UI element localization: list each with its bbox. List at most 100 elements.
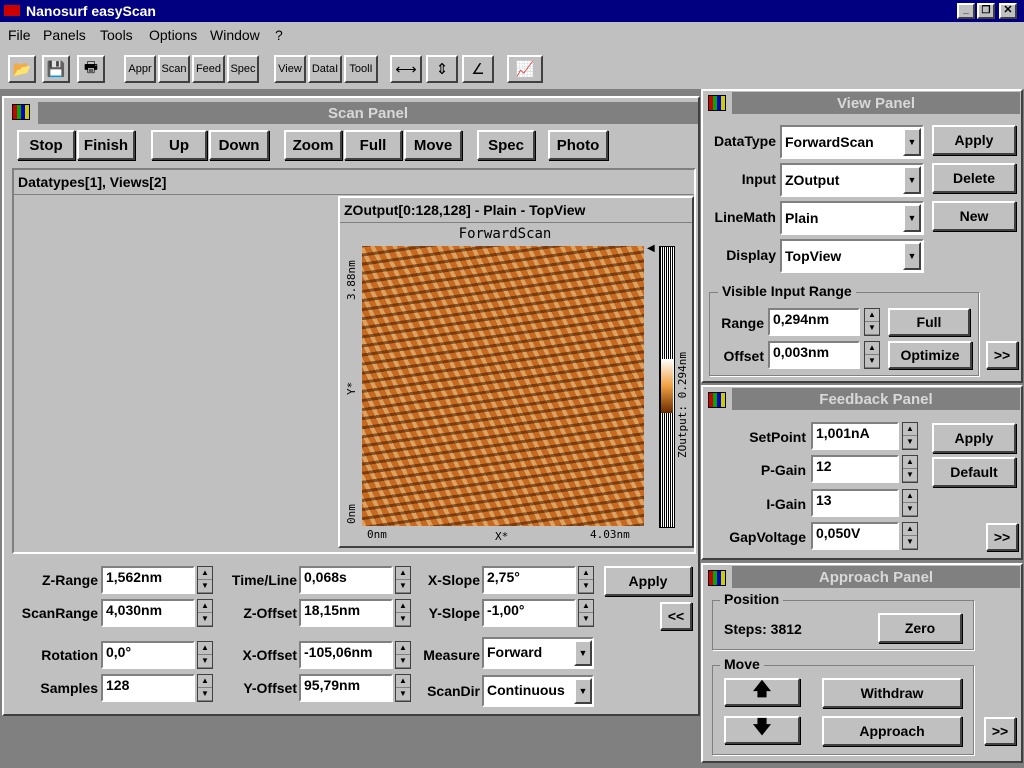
- view-expand-button[interactable]: >>: [986, 341, 1018, 369]
- measure-dropdown-icon[interactable]: ▼: [574, 640, 592, 666]
- zrange-spinner[interactable]: ▲ ▼: [197, 566, 213, 594]
- view-apply-button[interactable]: Apply: [932, 125, 1016, 155]
- linemath-dropdown-icon[interactable]: ▼: [903, 204, 921, 232]
- tool-toolbar-button[interactable]: ToolI: [344, 55, 378, 83]
- zoom-button[interactable]: Zoom: [284, 130, 342, 160]
- scanrange-field[interactable]: 4,030nm: [101, 599, 195, 627]
- range-field[interactable]: 0,294nm: [768, 308, 860, 336]
- restore-button[interactable]: ❐: [977, 3, 995, 19]
- pgain-field[interactable]: 12: [811, 455, 899, 483]
- gapvoltage-spinner[interactable]: ▲ ▼: [902, 522, 918, 550]
- pgain-label: P-Gain: [760, 462, 806, 478]
- spec-toolbar-button[interactable]: Spec: [227, 55, 259, 83]
- appr-toolbar-button[interactable]: Appr: [124, 55, 156, 83]
- input-dropdown-icon[interactable]: ▼: [903, 166, 921, 194]
- down-button[interactable]: Down: [209, 130, 269, 160]
- measure-height-icon[interactable]: ⇕: [426, 55, 458, 83]
- move-button[interactable]: Move: [404, 130, 462, 160]
- data-toolbar-button[interactable]: DataI: [308, 55, 342, 83]
- igain-spinner[interactable]: ▲ ▼: [902, 489, 918, 517]
- menu-tools[interactable]: Tools: [100, 27, 133, 43]
- app-title-bar: Nanosurf easyScan _ ❐ ✕: [0, 0, 1024, 22]
- scanrange-spinner[interactable]: ▲ ▼: [197, 599, 213, 627]
- line-chart-icon[interactable]: 📈: [507, 55, 543, 83]
- range-full-button[interactable]: Full: [888, 308, 970, 336]
- xslope-field[interactable]: 2,75°: [482, 566, 576, 594]
- scandir-dropdown-icon[interactable]: ▼: [574, 678, 592, 704]
- pgain-spinner[interactable]: ▲ ▼: [902, 455, 918, 483]
- minimize-button[interactable]: _: [957, 3, 975, 19]
- zoffset-field[interactable]: 18,15nm: [299, 599, 393, 627]
- zero-button[interactable]: Zero: [878, 613, 962, 643]
- xoffset-spinner[interactable]: ▲ ▼: [395, 641, 411, 669]
- xslope-spinner[interactable]: ▲ ▼: [578, 566, 594, 594]
- move-down-button[interactable]: 🡇: [724, 716, 800, 744]
- samples-spinner[interactable]: ▲ ▼: [197, 674, 213, 702]
- color-scale: [661, 359, 673, 413]
- yslope-spinner[interactable]: ▲ ▼: [578, 599, 594, 627]
- approach-button[interactable]: Approach: [822, 716, 962, 746]
- measure-distance-icon[interactable]: ⟷: [390, 55, 422, 83]
- igain-label: I-Gain: [766, 496, 806, 512]
- offset-field[interactable]: 0,003nm: [768, 341, 860, 369]
- zrange-field[interactable]: 1,562nm: [101, 566, 195, 594]
- y-top-label: 3.88nm: [345, 260, 358, 300]
- setpoint-spinner[interactable]: ▲ ▼: [902, 422, 918, 450]
- measure-angle-icon[interactable]: ∠: [462, 55, 494, 83]
- optimize-button[interactable]: Optimize: [888, 341, 972, 369]
- view-toolbar-button[interactable]: View: [274, 55, 306, 83]
- menu-help[interactable]: ?: [275, 27, 283, 43]
- feedback-expand-button[interactable]: >>: [986, 523, 1018, 551]
- yslope-field[interactable]: -1,00°: [482, 599, 576, 627]
- yoffset-spinner[interactable]: ▲ ▼: [395, 674, 411, 702]
- display-dropdown-icon[interactable]: ▼: [903, 242, 921, 270]
- rotation-label: Rotation: [41, 647, 98, 663]
- up-button[interactable]: Up: [151, 130, 207, 160]
- menu-panels[interactable]: Panels: [43, 27, 86, 43]
- finish-button[interactable]: Finish: [77, 130, 135, 160]
- approach-expand-button[interactable]: >>: [984, 717, 1016, 745]
- close-button[interactable]: ✕: [999, 3, 1017, 19]
- stop-button[interactable]: Stop: [17, 130, 75, 160]
- rotation-field[interactable]: 0,0°: [101, 641, 195, 669]
- menu-file[interactable]: File: [8, 27, 31, 43]
- open-file-button[interactable]: 📂: [8, 55, 36, 83]
- app-title: Nanosurf easyScan: [26, 3, 156, 19]
- approach-panel-title: Approach Panel: [732, 566, 1020, 588]
- scan-image[interactable]: [362, 246, 644, 526]
- yoffset-field[interactable]: 95,79nm: [299, 674, 393, 702]
- offset-spinner[interactable]: ▲ ▼: [864, 341, 880, 369]
- igain-field[interactable]: 13: [811, 489, 899, 517]
- move-up-button[interactable]: 🡅: [724, 678, 800, 706]
- print-button[interactable]: 🖶: [77, 55, 105, 83]
- zoffset-spinner[interactable]: ▲ ▼: [395, 599, 411, 627]
- scan-apply-button[interactable]: Apply: [604, 566, 692, 596]
- gapvoltage-field[interactable]: 0,050V: [811, 522, 899, 550]
- xoffset-field[interactable]: -105,06nm: [299, 641, 393, 669]
- setpoint-field[interactable]: 1,001nA: [811, 422, 899, 450]
- rotation-spinner[interactable]: ▲ ▼: [197, 641, 213, 669]
- x-right-label: 4.03nm: [590, 528, 630, 541]
- photo-button[interactable]: Photo: [548, 130, 608, 160]
- scan-toolbar-button[interactable]: Scan: [158, 55, 190, 83]
- x-left-label: 0nm: [367, 528, 387, 541]
- color-bar-label: ZOutput: 0.294nm: [676, 352, 689, 458]
- samples-field[interactable]: 128: [101, 674, 195, 702]
- full-button[interactable]: Full: [344, 130, 402, 160]
- menu-window[interactable]: Window: [210, 27, 260, 43]
- timeline-field[interactable]: 0,068s: [299, 566, 393, 594]
- timeline-spinner[interactable]: ▲ ▼: [395, 566, 411, 594]
- datatype-dropdown-icon[interactable]: ▼: [903, 128, 921, 156]
- move-title: Move: [720, 656, 764, 672]
- range-spinner[interactable]: ▲ ▼: [864, 308, 880, 336]
- spec-button[interactable]: Spec: [477, 130, 535, 160]
- default-button[interactable]: Default: [932, 457, 1016, 487]
- collapse-button[interactable]: <<: [660, 602, 692, 630]
- save-button[interactable]: 💾: [42, 55, 70, 83]
- menu-options[interactable]: Options: [149, 27, 197, 43]
- withdraw-button[interactable]: Withdraw: [822, 678, 962, 708]
- view-new-button[interactable]: New: [932, 201, 1016, 231]
- feed-toolbar-button[interactable]: Feed: [192, 55, 225, 83]
- view-delete-button[interactable]: Delete: [932, 163, 1016, 193]
- feedback-apply-button[interactable]: Apply: [932, 423, 1016, 453]
